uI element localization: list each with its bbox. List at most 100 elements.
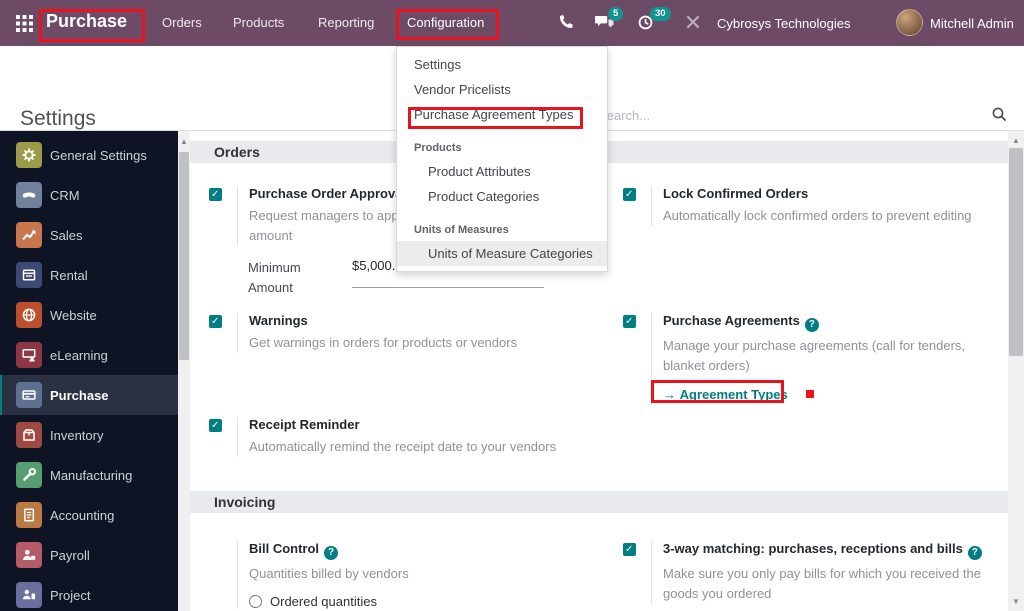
help-icon[interactable] xyxy=(324,546,338,560)
sidebar-item-accounting[interactable]: Accounting xyxy=(0,495,178,535)
setting-description: Make sure you only pay bills for which y… xyxy=(663,564,1003,604)
app-brand-purchase[interactable]: Purchase xyxy=(46,11,127,32)
checkbox-lock-confirmed-orders[interactable] xyxy=(623,188,636,201)
dropdown-item-product-attributes[interactable]: Product Attributes xyxy=(397,159,607,184)
sidebar-item-website[interactable]: Website xyxy=(0,295,178,335)
sidebar-item-general-settings[interactable]: General Settings xyxy=(0,135,178,175)
setting-title: Lock Confirmed Orders xyxy=(663,186,1008,202)
setting-description: Manage your purchase agreements (call fo… xyxy=(663,336,973,376)
sidebar-item-crm[interactable]: CRM xyxy=(0,175,178,215)
setting-three-way-matching: 3-way matching: purchases, receptions an… xyxy=(623,541,1008,604)
setting-lock-confirmed-orders: Lock Confirmed Orders Automatically lock… xyxy=(623,186,1008,226)
odoo-purchase-settings-page: Purchase Orders Products Reporting Confi… xyxy=(0,0,1024,611)
sidebar-item-elearning[interactable]: eLearning xyxy=(0,335,178,375)
setting-title: Bill Control xyxy=(249,541,609,560)
apps-grid-icon[interactable] xyxy=(16,15,33,32)
dropdown-item-purchase-agreement-types[interactable]: Purchase Agreement Types xyxy=(397,102,607,127)
page-title: Settings xyxy=(20,107,96,131)
setting-title: Warnings xyxy=(249,313,609,329)
checkbox-purchase-order-approval[interactable] xyxy=(209,188,222,201)
sales-chart-icon xyxy=(16,222,42,248)
sidebar-item-rental[interactable]: Rental xyxy=(0,255,178,295)
dropdown-item-settings[interactable]: Settings xyxy=(397,52,607,77)
invoice-icon xyxy=(16,502,42,528)
checkbox-warnings[interactable] xyxy=(209,315,222,328)
globe-icon xyxy=(16,302,42,328)
help-icon[interactable] xyxy=(805,318,819,332)
sidebar-label: Inventory xyxy=(50,428,103,443)
dropdown-item-product-categories[interactable]: Product Categories xyxy=(397,184,607,209)
project-icon xyxy=(16,582,42,608)
radio-ordered-quantities[interactable] xyxy=(249,595,262,608)
scroll-up-icon[interactable] xyxy=(178,137,190,146)
sidebar-label: eLearning xyxy=(50,348,108,363)
gear-icon xyxy=(16,142,42,168)
sidebar-item-project[interactable]: Project xyxy=(0,575,178,611)
content-scrollbar[interactable] xyxy=(1008,131,1024,611)
checkbox-receipt-reminder[interactable] xyxy=(209,419,222,432)
setting-title: Purchase Agreements xyxy=(663,313,1008,332)
sidebar-label: Website xyxy=(50,308,97,323)
setting-receipt-reminder: Receipt Reminder Automatically remind th… xyxy=(209,417,609,457)
checkbox-purchase-agreements[interactable] xyxy=(623,315,636,328)
dropdown-item-vendor-pricelists[interactable]: Vendor Pricelists xyxy=(397,77,607,102)
sidebar-item-sales[interactable]: Sales xyxy=(0,215,178,255)
agreement-types-link[interactable]: Agreement Types xyxy=(663,385,1008,405)
sidebar-item-manufacturing[interactable]: Manufacturing xyxy=(0,455,178,495)
elearning-icon xyxy=(16,342,42,368)
menu-reporting[interactable]: Reporting xyxy=(318,15,374,30)
sidebar-label: CRM xyxy=(50,188,80,203)
user-avatar[interactable] xyxy=(896,9,923,36)
radio-label: Ordered quantities xyxy=(270,594,377,609)
setting-title: Receipt Reminder xyxy=(249,417,609,433)
handshake-icon xyxy=(16,182,42,208)
help-icon[interactable] xyxy=(968,546,982,560)
sidebar-item-purchase[interactable]: Purchase xyxy=(0,375,178,415)
scroll-down-icon[interactable] xyxy=(1008,597,1024,606)
sidebar-label: Sales xyxy=(50,228,83,243)
setting-title: 3-way matching: purchases, receptions an… xyxy=(663,541,1008,560)
menu-orders[interactable]: Orders xyxy=(162,15,202,30)
dropdown-section-products: Products xyxy=(397,137,607,159)
scroll-up-icon[interactable] xyxy=(1008,136,1024,145)
payroll-icon xyxy=(16,542,42,568)
rental-icon xyxy=(16,262,42,288)
company-name[interactable]: Cybrosys Technologies xyxy=(717,16,850,31)
credit-card-icon xyxy=(16,382,42,408)
user-name[interactable]: Mitchell Admin xyxy=(930,16,1014,31)
sidebar-scrollbar-thumb[interactable] xyxy=(179,152,189,360)
setting-description: Automatically lock confirmed orders to p… xyxy=(663,206,1023,226)
menu-configuration[interactable]: Configuration xyxy=(407,15,484,30)
sidebar-label: Payroll xyxy=(50,548,90,563)
content-scrollbar-thumb[interactable] xyxy=(1009,148,1023,356)
checkbox-three-way-matching[interactable] xyxy=(623,543,636,556)
setting-description: Automatically remind the receipt date to… xyxy=(249,437,609,457)
box-icon xyxy=(16,422,42,448)
top-navbar: Purchase Orders Products Reporting Confi… xyxy=(0,0,1024,46)
dropdown-section-units-of-measures: Units of Measures xyxy=(397,219,607,241)
sidebar-label: Manufacturing xyxy=(50,468,132,483)
setting-warnings: Warnings Get warnings in orders for prod… xyxy=(209,313,609,353)
menu-products[interactable]: Products xyxy=(233,15,284,30)
dropdown-item-units-of-measure-categories[interactable]: Units of Measure Categories xyxy=(397,241,607,266)
configuration-dropdown-menu: Settings Vendor Pricelists Purchase Agre… xyxy=(396,46,608,272)
radio-row-ordered-quantities: Ordered quantities xyxy=(249,594,609,609)
search-input[interactable] xyxy=(598,102,983,128)
sidebar-label: Purchase xyxy=(50,388,109,403)
settings-sidebar: General Settings CRM Sales Rental Websit… xyxy=(0,131,178,611)
sidebar-item-payroll[interactable]: Payroll xyxy=(0,535,178,575)
sidebar-item-inventory[interactable]: Inventory xyxy=(0,415,178,455)
search-bar xyxy=(598,102,1010,131)
sidebar-scrollbar[interactable] xyxy=(178,131,190,611)
sidebar-label: Accounting xyxy=(50,508,114,523)
search-icon[interactable] xyxy=(991,106,1008,123)
setting-description: Get warnings in orders for products or v… xyxy=(249,333,589,353)
developer-tools-icon[interactable] xyxy=(685,14,705,32)
setting-description: Quantities billed by vendors xyxy=(249,564,589,584)
activities-count-badge[interactable]: 30 xyxy=(650,7,671,21)
sidebar-label: General Settings xyxy=(50,148,147,163)
sidebar-label: Rental xyxy=(50,268,88,283)
minimum-amount-label: Minimum Amount xyxy=(248,258,326,298)
messages-count-badge[interactable]: 5 xyxy=(608,7,623,21)
phone-icon[interactable] xyxy=(558,14,578,32)
